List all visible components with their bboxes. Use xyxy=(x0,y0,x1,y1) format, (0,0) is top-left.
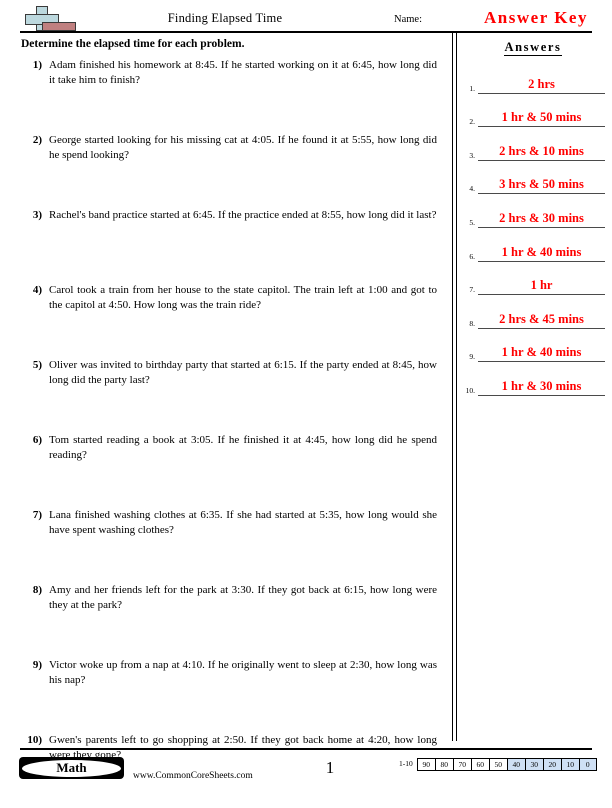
question-number: 6) xyxy=(32,434,42,446)
question-number: 4) xyxy=(32,284,42,296)
answer-row: 1. 2 hrs xyxy=(458,63,612,97)
site-url: www.CommonCoreSheets.com xyxy=(133,771,253,781)
answer-row: 2. 1 hr & 50 mins xyxy=(458,97,612,131)
question-text: Carol took a train from her house to the… xyxy=(49,284,437,311)
answer-value: 2 hrs & 10 mins xyxy=(499,143,584,158)
question-text: Victor woke up from a nap at 4:10. If he… xyxy=(49,659,437,686)
answer-value: 1 hr & 40 mins xyxy=(501,244,582,259)
answer-index: 8. xyxy=(469,318,475,328)
answer-index: 9. xyxy=(469,352,475,362)
answer-index: 5. xyxy=(469,217,475,227)
question-item: 8) Amy and her friends left for the park … xyxy=(21,583,441,658)
worksheet-page: Finding Elapsed Time Name: Answer Key De… xyxy=(0,0,612,792)
grading-scale-box: 70 xyxy=(452,757,471,771)
answer-blank-line xyxy=(478,92,605,94)
question-item: 3) Rachel's band practice started at 6:45… xyxy=(21,208,441,283)
page-number: 1 xyxy=(325,758,335,777)
answer-value: 2 hrs xyxy=(528,76,555,91)
answer-value: 1 hr & 30 mins xyxy=(501,378,582,393)
question-item: 2) George started looking for his missing… xyxy=(21,133,441,208)
question-number: 5) xyxy=(32,359,42,371)
answer-row: 7. 1 hr xyxy=(458,265,612,299)
question-number: 9) xyxy=(32,659,42,671)
grading-scale-box: 0 xyxy=(578,757,597,771)
question-item: 1) Adam finished his homework at 8:45. If… xyxy=(21,58,441,133)
question-text: Tom started reading a book at 3:05. If h… xyxy=(49,434,437,461)
answer-index: 3. xyxy=(469,150,475,160)
question-text: Adam finished his homework at 8:45. If h… xyxy=(49,59,437,86)
answers-heading-text: Answers xyxy=(504,40,562,56)
answer-row: 6. 1 hr & 40 mins xyxy=(458,231,612,265)
answer-value: 1 hr xyxy=(530,278,553,293)
answer-value: 2 hrs & 45 mins xyxy=(499,311,584,326)
grading-scale-box: 90 xyxy=(416,757,435,771)
questions-column: Determine the elapsed time for each prob… xyxy=(0,33,450,761)
question-text: Lana finished washing clothes at 6:35. I… xyxy=(49,509,437,536)
instructions-text: Determine the elapsed time for each prob… xyxy=(21,38,245,50)
answer-blank-line xyxy=(478,159,605,161)
answer-value: 1 hr & 50 mins xyxy=(501,110,582,125)
answer-key-badge: Answer Key xyxy=(484,8,588,27)
column-divider xyxy=(452,33,457,741)
question-text: Rachel's band practice started at 6:45. … xyxy=(49,209,437,221)
answer-row: 8. 2 hrs & 45 mins xyxy=(458,298,612,332)
answer-list: 1. 2 hrs 2. 1 hr & 50 mins 3. 2 hrs & 10 mins… xyxy=(458,63,612,399)
question-number: 8) xyxy=(32,584,42,596)
grading-scale-box: 40 xyxy=(506,757,525,771)
question-number: 3) xyxy=(32,209,42,221)
page-header: Finding Elapsed Time Name: Answer Key xyxy=(0,0,612,33)
question-item: 9) Victor woke up from a nap at 4:10. If … xyxy=(21,658,441,733)
question-text: Amy and her friends left for the park at… xyxy=(49,584,437,611)
answer-index: 2. xyxy=(469,117,475,127)
grading-scale-range-label: 1-10 xyxy=(399,759,413,768)
footer-divider-rule xyxy=(20,748,592,750)
answer-row: 10. 1 hr & 30 mins xyxy=(458,365,612,399)
question-number: 1) xyxy=(32,59,42,71)
subject-badge-label: Math xyxy=(56,760,87,775)
answer-index: 1. xyxy=(469,83,475,93)
name-label: Name: xyxy=(394,14,422,25)
answer-index: 4. xyxy=(469,184,475,194)
question-item: 6) Tom started reading a book at 3:05. If… xyxy=(21,433,441,508)
answer-index: 10. xyxy=(465,385,475,395)
question-list: 1) Adam finished his homework at 8:45. If… xyxy=(21,58,441,808)
grading-scale-box: 80 xyxy=(434,757,453,771)
answer-index: 6. xyxy=(469,251,475,261)
grading-scale: 1-10 90 80 70 60 50 40 30 20 10 0 xyxy=(399,757,597,771)
answer-value: 3 hrs & 50 mins xyxy=(499,177,584,192)
answer-index: 7. xyxy=(469,285,475,295)
answer-blank-line xyxy=(478,226,605,228)
grading-scale-box: 20 xyxy=(542,757,561,771)
grading-scale-box: 10 xyxy=(560,757,579,771)
subject-badge: Math xyxy=(19,757,124,779)
answer-row: 9. 1 hr & 40 mins xyxy=(458,332,612,366)
question-number: 7) xyxy=(32,509,42,521)
grading-scale-box: 60 xyxy=(470,757,489,771)
answer-blank-line xyxy=(478,294,605,296)
answer-blank-line xyxy=(478,126,605,128)
page-title: Finding Elapsed Time xyxy=(167,11,283,25)
answers-heading: Answers xyxy=(458,40,608,56)
answer-blank-line xyxy=(478,193,605,195)
answer-row: 3. 2 hrs & 10 mins xyxy=(458,130,612,164)
answer-blank-line xyxy=(478,361,605,363)
grading-scale-box: 30 xyxy=(524,757,543,771)
question-text: George started looking for his missing c… xyxy=(49,134,437,161)
answer-row: 5. 2 hrs & 30 mins xyxy=(458,197,612,231)
answer-value: 1 hr & 40 mins xyxy=(501,345,582,360)
question-text: Oliver was invited to birthday party tha… xyxy=(49,359,437,386)
answer-blank-line xyxy=(478,260,605,262)
question-number: 2) xyxy=(32,134,42,146)
answer-row: 4. 3 hrs & 50 mins xyxy=(458,164,612,198)
answers-column: Answers 1. 2 hrs 2. 1 hr & 50 mins 3. 2 hrs &… xyxy=(458,33,612,741)
question-item: 4) Carol took a train from her house to t… xyxy=(21,283,441,358)
answer-blank-line xyxy=(478,327,605,329)
answer-value: 2 hrs & 30 mins xyxy=(499,210,584,225)
answer-blank-line xyxy=(478,394,605,396)
question-item: 5) Oliver was invited to birthday party t… xyxy=(21,358,441,433)
grading-scale-box: 50 xyxy=(488,757,507,771)
question-item: 7) Lana finished washing clothes at 6:35.… xyxy=(21,508,441,583)
